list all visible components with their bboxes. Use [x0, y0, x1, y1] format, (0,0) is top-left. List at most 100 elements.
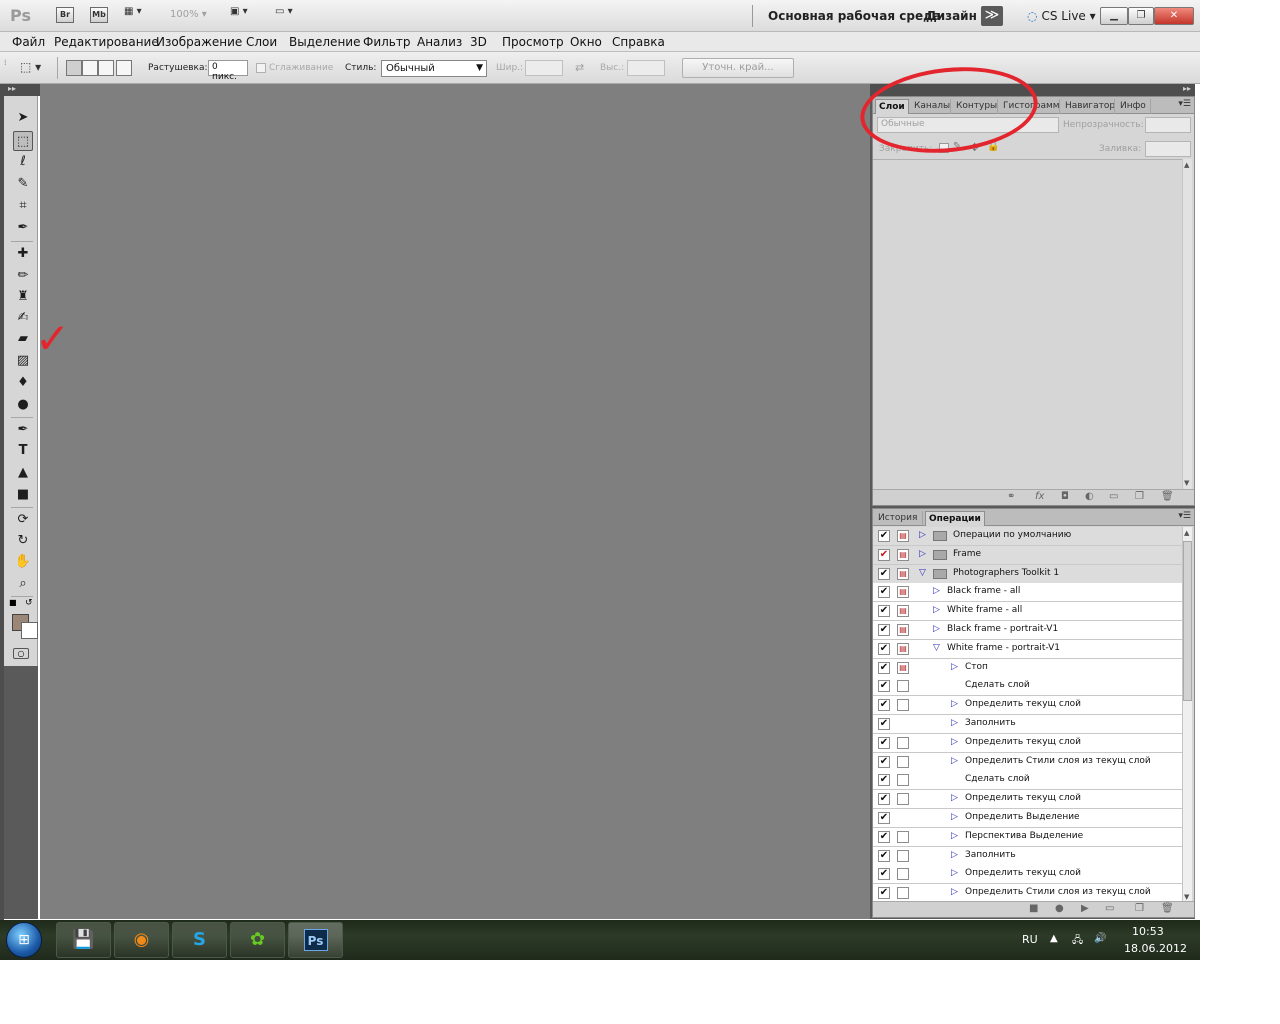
- action-step-row[interactable]: ✔ ▷ Определить текущ слой: [873, 733, 1183, 753]
- menu-layer[interactable]: Слои: [246, 35, 277, 49]
- scroll-thumb[interactable]: [1183, 541, 1192, 701]
- dialog-toggle-icon[interactable]: [897, 793, 909, 806]
- firefox-app[interactable]: ◉: [114, 922, 169, 958]
- expanded-triangle-icon[interactable]: ▽: [919, 568, 926, 578]
- action-step-row[interactable]: ✔ ▷ Определить текущ слой: [873, 790, 1183, 810]
- toggle-item-checkbox[interactable]: ✔: [878, 642, 890, 655]
- path-selection-tool-icon[interactable]: ▲: [13, 463, 33, 483]
- menu-analysis[interactable]: Анализ: [417, 35, 462, 49]
- swap-colors-icon[interactable]: ↺: [25, 598, 33, 608]
- view-extras-dropdown[interactable]: ▦ ▾: [124, 6, 142, 24]
- new-selection-icon[interactable]: [66, 60, 82, 76]
- toggle-item-checkbox[interactable]: ✔: [878, 755, 890, 768]
- volume-icon[interactable]: 🔊: [1094, 933, 1106, 944]
- bridge-button[interactable]: Br: [56, 7, 74, 23]
- collapsed-triangle-icon[interactable]: ▷: [933, 605, 940, 615]
- collapsed-triangle-icon[interactable]: ▷: [951, 868, 958, 878]
- healing-brush-tool-icon[interactable]: ✚: [13, 244, 33, 264]
- toggle-item-checkbox[interactable]: ✔: [878, 661, 890, 674]
- scroll-up-icon[interactable]: ▲: [1184, 161, 1189, 169]
- dialog-toggle-icon[interactable]: ▤: [897, 661, 909, 674]
- pen-tool-icon[interactable]: ✒: [13, 420, 33, 440]
- move-tool-icon[interactable]: ➤: [13, 108, 33, 128]
- dialog-toggle-icon[interactable]: ▤: [897, 530, 909, 542]
- dialog-toggle-icon[interactable]: ▤: [897, 605, 909, 618]
- action-step-row[interactable]: ✔ ▤ ▷ Стоп: [873, 658, 1183, 678]
- minimize-button[interactable]: ▁: [1100, 7, 1128, 25]
- more-workspaces-button[interactable]: ≫: [981, 6, 1003, 26]
- collapsed-triangle-icon[interactable]: ▷: [951, 831, 958, 841]
- toggle-item-checkbox[interactable]: ✔: [878, 812, 890, 824]
- expanded-triangle-icon[interactable]: ▽: [933, 643, 940, 653]
- quick-mask-icon[interactable]: ○: [13, 648, 29, 659]
- record-icon[interactable]: ●: [1055, 903, 1064, 914]
- collapsed-triangle-icon[interactable]: ▷: [951, 662, 958, 672]
- toggle-item-checkbox[interactable]: ✔: [878, 586, 890, 599]
- tab-info[interactable]: Инфо: [1117, 99, 1151, 114]
- photoshop-app[interactable]: Ps: [288, 922, 343, 958]
- toggle-item-checkbox[interactable]: ✔: [878, 887, 890, 900]
- dialog-toggle-icon[interactable]: [897, 849, 909, 862]
- menu-filter[interactable]: Фильтр: [363, 35, 410, 49]
- workspace-essentials[interactable]: Основная рабочая среда: [768, 9, 941, 23]
- toggle-item-checkbox[interactable]: ✔: [878, 567, 890, 580]
- toggle-item-checkbox[interactable]: ✔: [878, 530, 890, 542]
- new-layer-icon[interactable]: ❐: [1135, 491, 1144, 502]
- layers-scrollbar[interactable]: ▲ ▼: [1182, 159, 1192, 489]
- toggle-item-checkbox[interactable]: ✔: [878, 736, 890, 749]
- action-step-row[interactable]: ✔ Сделать слой: [873, 677, 1183, 697]
- intersect-selection-icon[interactable]: [116, 60, 132, 76]
- toggle-item-checkbox[interactable]: ✔: [878, 718, 890, 730]
- mini-bridge-button[interactable]: Mb: [90, 7, 108, 23]
- default-colors-icon[interactable]: ■: [9, 598, 17, 607]
- brush-tool-icon[interactable]: ✏: [13, 266, 33, 286]
- action-set-row[interactable]: ✔ ▤ ▷ Frame: [873, 545, 1183, 565]
- action-step-row[interactable]: ✔ ▷ Перспектива Выделение: [873, 827, 1183, 847]
- opacity-input[interactable]: [1145, 117, 1191, 133]
- language-indicator[interactable]: RU: [1022, 933, 1038, 946]
- action-step-row[interactable]: ✔ ▷ Определить текущ слой: [873, 865, 1183, 885]
- stop-icon[interactable]: ■: [1029, 903, 1038, 914]
- action-step-row[interactable]: ✔ ▷ Заполнить: [873, 846, 1183, 866]
- menu-image[interactable]: Изображение: [156, 35, 242, 49]
- add-mask-icon[interactable]: ◘: [1061, 491, 1069, 502]
- layer-style-icon[interactable]: fx: [1035, 491, 1044, 502]
- refine-edge-button[interactable]: Уточн. край...: [682, 58, 794, 78]
- layers-list[interactable]: [873, 159, 1183, 485]
- tool-preset-picker[interactable]: ⬚ ▾: [20, 60, 41, 74]
- crop-tool-icon[interactable]: ⌗: [13, 196, 33, 216]
- adjustment-layer-icon[interactable]: ◐: [1085, 491, 1094, 502]
- action-set-row[interactable]: ✔ ▤ ▷ Операции по умолчанию: [873, 527, 1183, 546]
- tab-history[interactable]: История: [875, 511, 923, 526]
- actions-scrollbar[interactable]: ▲ ▼: [1182, 527, 1192, 903]
- panel-menu-icon[interactable]: ▾☰: [1178, 511, 1191, 521]
- new-action-icon[interactable]: ❐: [1135, 903, 1144, 914]
- menu-3d[interactable]: 3D: [470, 35, 487, 49]
- toggle-item-checkbox[interactable]: ✔: [878, 605, 890, 618]
- collapsed-triangle-icon[interactable]: ▷: [951, 718, 958, 728]
- 3d-rotate-tool-icon[interactable]: ⟳: [13, 510, 33, 530]
- action-step-row[interactable]: ✔ Сделать слой: [873, 771, 1183, 791]
- height-input[interactable]: [627, 60, 665, 76]
- save-disk-app[interactable]: 💾: [56, 922, 111, 958]
- dialog-toggle-icon[interactable]: [897, 887, 909, 900]
- history-brush-tool-icon[interactable]: ✍: [13, 308, 33, 328]
- action-step-row[interactable]: ✔ ▷ Определить Стили слоя из текущ слой: [873, 752, 1183, 772]
- collapsed-triangle-icon[interactable]: ▷: [919, 549, 926, 559]
- background-color-swatch[interactable]: [21, 622, 38, 639]
- dialog-toggle-icon[interactable]: ▤: [897, 567, 909, 580]
- action-row[interactable]: ✔ ▤ ▽ White frame - portrait-V1: [873, 639, 1183, 659]
- menu-edit[interactable]: Редактирование: [54, 35, 159, 49]
- collapsed-triangle-icon[interactable]: ▷: [951, 887, 958, 897]
- blur-tool-icon[interactable]: ♦: [13, 373, 33, 393]
- 3d-orbit-tool-icon[interactable]: ↻: [13, 531, 33, 551]
- tab-actions[interactable]: Операции: [925, 511, 985, 526]
- cs-live-menu[interactable]: ◌ CS Live ▾: [1027, 9, 1096, 23]
- dialog-toggle-icon[interactable]: [897, 868, 909, 881]
- toggle-item-checkbox[interactable]: ✔: [878, 774, 890, 787]
- scroll-up-icon[interactable]: ▲: [1184, 529, 1189, 537]
- action-step-row[interactable]: ✔ ▷ Определить Выделение: [873, 809, 1183, 828]
- zoom-tool-icon[interactable]: ⌕: [13, 574, 33, 594]
- collapsed-triangle-icon[interactable]: ▷: [951, 850, 958, 860]
- clone-stamp-tool-icon[interactable]: ♜: [13, 287, 33, 307]
